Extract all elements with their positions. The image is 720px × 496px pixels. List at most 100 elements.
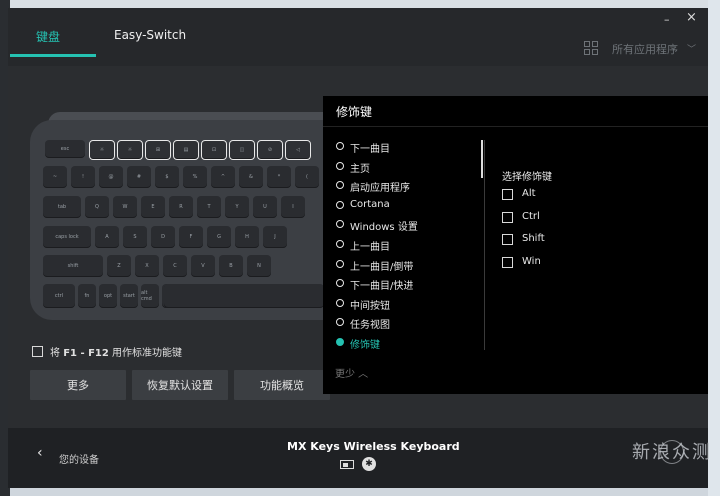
modifier-label: Shift (522, 233, 545, 244)
option-label[interactable]: 任务视图 (350, 316, 390, 331)
row0-key: ☼ (117, 140, 143, 160)
option-label[interactable]: 上一曲目/倒带 (350, 258, 413, 273)
bluetooth-icon: ✱ (362, 457, 376, 471)
radio-8[interactable] (336, 298, 344, 307)
row0-key: ☼ (89, 140, 115, 160)
row3-key: caps lock (43, 226, 91, 248)
panel-title: 修饰键 (336, 105, 373, 119)
row1-key: ^ (211, 166, 235, 188)
spacebar-key (164, 284, 324, 308)
row1-key: # (127, 166, 151, 188)
option-label[interactable]: 上一曲目 (350, 238, 390, 253)
row3-key: J (263, 226, 287, 248)
row3-key: G (207, 226, 231, 248)
row3-key: H (235, 226, 259, 248)
row2-key: Y (225, 196, 249, 218)
row5-key: ctrl (43, 284, 75, 308)
row5-key: start (120, 284, 138, 308)
chevron-left-icon[interactable]: ‹ (37, 445, 43, 461)
row2-key: T (197, 196, 221, 218)
row2-key: W (113, 196, 137, 218)
row1-key: * (267, 166, 291, 188)
background-window-right (708, 0, 720, 496)
radio-5[interactable] (336, 240, 344, 248)
option-label[interactable]: 下一曲目 (350, 140, 390, 155)
option-label[interactable]: Windows 设置 (350, 218, 418, 233)
row5-key: alt cmd (141, 284, 159, 308)
fn-prefix: 将 (50, 348, 64, 359)
row3-key: S (123, 226, 147, 248)
panel-divider (323, 126, 708, 127)
row5-key: fn (78, 284, 96, 308)
row1-key: ! (71, 166, 95, 188)
bottom-bar (8, 428, 708, 488)
row4-key: Z (107, 255, 131, 277)
option-label[interactable]: 主页 (350, 160, 370, 175)
watermark-text: 新浪众测 (632, 442, 712, 463)
chevron-down-icon[interactable]: ﹀ (687, 42, 696, 55)
show-less-button[interactable]: 更少 ︿ (335, 365, 368, 380)
row0-key: ▤ (173, 140, 199, 160)
more-button[interactable]: 更多 (30, 370, 126, 400)
tab-easy-switch[interactable]: Easy-Switch (114, 28, 186, 42)
option-label[interactable]: 下一曲目/快进 (350, 277, 413, 292)
grid-icon[interactable] (584, 41, 598, 55)
option-label[interactable]: Cortana (350, 199, 390, 210)
row4-key: C (163, 255, 187, 277)
row2-key: I (281, 196, 305, 218)
modifier-label: Ctrl (522, 210, 540, 222)
radio-0[interactable] (336, 142, 344, 150)
modifier-checkbox-ctrl[interactable] (502, 211, 513, 223)
restore-defaults-button[interactable]: 恢复默认设置 (132, 370, 228, 400)
row1-key: @ (99, 166, 123, 188)
apps-filter-label[interactable]: 所有应用程序 (612, 41, 678, 57)
panel-scroll-track (484, 140, 485, 350)
row1-key: ~ (43, 166, 67, 188)
row0-key: ⊞ (145, 140, 171, 160)
close-button[interactable]: × (686, 10, 697, 25)
row1-key: $ (155, 166, 179, 188)
modifier-checkbox-shift[interactable] (502, 234, 513, 245)
fn-keys-label: 将 F1 - F12 用作标准功能键 (50, 344, 182, 359)
row2-key: E (141, 196, 165, 218)
option-label[interactable]: 修饰键 (350, 336, 380, 351)
row0-key: ◫ (229, 140, 255, 160)
row1-key: ( (295, 166, 319, 188)
row1-key: % (183, 166, 207, 188)
row1-key: & (239, 166, 263, 188)
row4-key: V (191, 255, 215, 277)
title-bar (8, 8, 708, 66)
row5-key: opt (99, 284, 117, 308)
modifier-label: Alt (522, 188, 536, 199)
row0-key: ◁ (285, 140, 311, 160)
row2-key: U (253, 196, 277, 218)
feature-overview-button[interactable]: 功能概览 (234, 370, 330, 400)
row2-key: Q (85, 196, 109, 218)
modifier-checkbox-win[interactable] (502, 256, 513, 268)
row3-key: D (151, 226, 175, 248)
your-devices-link[interactable]: 您的设备 (59, 451, 99, 466)
row3-key: A (95, 226, 119, 248)
row4-key: X (135, 255, 159, 277)
radio-6[interactable] (336, 259, 344, 268)
radio-1[interactable] (336, 161, 344, 170)
option-label[interactable]: 中间按钮 (350, 297, 390, 312)
row0-key: ⊘ (257, 140, 283, 160)
tab-keyboard[interactable]: 键盘 (36, 28, 60, 45)
row4-key: B (219, 255, 243, 277)
fn-keys-range: F1 - F12 (63, 348, 109, 359)
row0-key: ⊡ (201, 140, 227, 160)
panel-scrollbar[interactable] (481, 140, 483, 178)
radio-3[interactable] (336, 200, 344, 209)
fn-keys-checkbox[interactable] (32, 346, 43, 357)
radio-10[interactable] (336, 338, 344, 346)
fn-suffix: 用作标准功能键 (108, 348, 183, 359)
option-label[interactable]: 启动应用程序 (350, 179, 410, 194)
row2-key: R (169, 196, 193, 218)
desktop-strip (0, 0, 720, 8)
minimize-button[interactable]: – (664, 13, 670, 26)
row4-key: shift (43, 255, 103, 277)
battery-level (343, 463, 348, 467)
row3-key: F (179, 226, 203, 248)
modifier-checkbox-alt[interactable] (502, 189, 513, 200)
